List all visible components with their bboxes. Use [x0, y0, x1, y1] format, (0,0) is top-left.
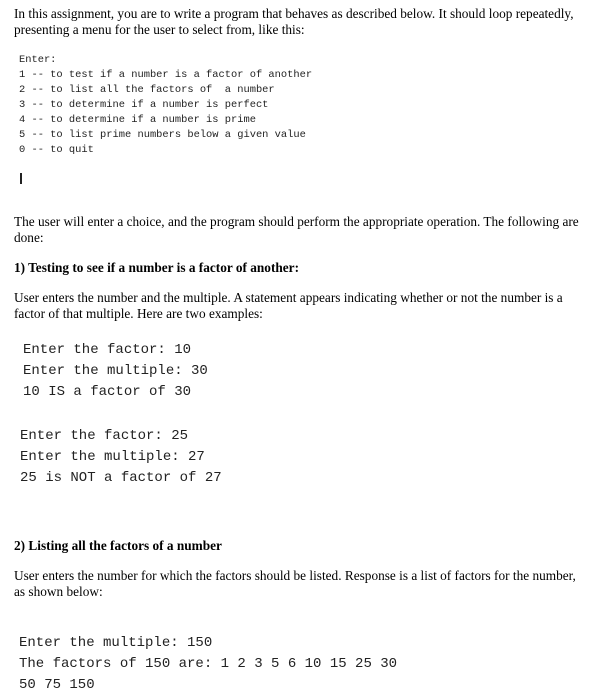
- example1-line-1: Enter the factor: 10: [23, 342, 192, 358]
- section2-description: User enters the number for which the fac…: [14, 568, 576, 600]
- section2-example-line-3: 50 75 150: [19, 677, 95, 693]
- choice-paragraph: The user will enter a choice, and the pr…: [14, 214, 579, 246]
- example2-line-1: Enter the factor: 25: [20, 428, 189, 444]
- section2-desc-line-2: as shown below:: [14, 584, 103, 599]
- menu-item-4: 4 -- to determine if a number is prime: [19, 114, 256, 126]
- menu-item-3: 3 -- to determine if a number is perfect: [19, 99, 269, 111]
- menu-item-0: 0 -- to quit: [19, 144, 94, 156]
- menu-header: Enter:: [19, 54, 57, 66]
- menu-block: Enter: 1 -- to test if a number is a fac…: [19, 53, 312, 158]
- section2-example-line-2: The factors of 150 are: 1 2 3 5 6 10 15 …: [19, 656, 398, 672]
- intro-line-2: presenting a menu for the user to select…: [14, 22, 305, 37]
- menu-item-1: 1 -- to test if a number is a factor of …: [19, 69, 313, 81]
- choice-line-1: The user will enter a choice, and the pr…: [14, 214, 579, 229]
- example2-line-3: 25 is NOT a factor of 27: [20, 470, 222, 486]
- intro-paragraph: In this assignment, you are to write a p…: [14, 6, 574, 38]
- menu-item-5: 5 -- to list prime numbers below a given…: [19, 129, 306, 141]
- example1-line-3: 10 IS a factor of 30: [23, 384, 192, 400]
- text-cursor: [20, 173, 22, 184]
- section2-heading: 2) Listing all the factors of a number: [14, 538, 222, 553]
- section2-example: Enter the multiple: 150 The factors of 1…: [19, 633, 397, 696]
- section1-heading: 1) Testing to see if a number is a facto…: [14, 260, 299, 275]
- menu-item-2: 2 -- to list all the factors of a number: [19, 84, 275, 96]
- section1-desc-line-1: User enters the number and the multiple.…: [14, 290, 563, 305]
- section1-example-1: Enter the factor: 10 Enter the multiple:…: [23, 340, 208, 403]
- section1-description: User enters the number and the multiple.…: [14, 290, 563, 322]
- section1-desc-line-2: factor of that multiple. Here are two ex…: [14, 306, 263, 321]
- choice-line-2: done:: [14, 230, 44, 245]
- section2-example-line-1: Enter the multiple: 150: [19, 635, 213, 651]
- section2-desc-line-1: User enters the number for which the fac…: [14, 568, 576, 583]
- section1-example-2: Enter the factor: 25 Enter the multiple:…: [20, 426, 222, 489]
- example2-line-2: Enter the multiple: 27: [20, 449, 205, 465]
- example1-line-2: Enter the multiple: 30: [23, 363, 208, 379]
- intro-line-1: In this assignment, you are to write a p…: [14, 6, 574, 21]
